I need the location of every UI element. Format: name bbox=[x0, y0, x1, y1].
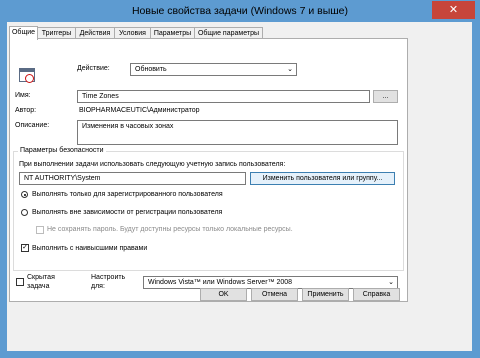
chevron-down-icon: ⌄ bbox=[388, 279, 394, 286]
dialog-client: Общие Триггеры Действия Условия Параметр… bbox=[7, 22, 472, 351]
action-label: Действие: bbox=[77, 65, 110, 72]
change-user-button[interactable]: Изменить пользователя или группу... bbox=[250, 172, 395, 185]
name-input[interactable]: Time Zones bbox=[77, 90, 370, 103]
help-button[interactable]: Справка bbox=[353, 288, 400, 301]
no-store-password-label: Не сохранять пароль. Будут доступны ресу… bbox=[47, 226, 293, 233]
highest-privileges-checkbox[interactable]: ✓ bbox=[21, 244, 29, 252]
task-clock-icon bbox=[19, 68, 35, 83]
window-title: Новые свойства задачи (Windows 7 и выше) bbox=[131, 5, 349, 17]
action-select[interactable]: Обновить ⌄ bbox=[130, 63, 297, 76]
chevron-down-icon: ⌄ bbox=[287, 66, 293, 73]
title-bar[interactable]: Новые свойства задачи (Windows 7 и выше)… bbox=[0, 0, 480, 22]
configure-label: Настроить для: bbox=[91, 273, 125, 291]
description-input[interactable]: Изменения в часовых зонах bbox=[77, 120, 398, 145]
hidden-label-line2: задача bbox=[27, 283, 50, 290]
run-as-label: При выполнении задачи использовать следу… bbox=[19, 161, 286, 168]
security-group-label: Параметры безопасности bbox=[18, 147, 106, 154]
radio-any-user-label: Выполнять вне зависимости от регистрации… bbox=[32, 209, 223, 216]
general-panel: Действие: Обновить ⌄ Имя: Time Zones ...… bbox=[9, 38, 408, 302]
author-value: BIOPHARMACEUTIC\Администратор bbox=[79, 107, 200, 114]
hidden-label-line1: Скрытая bbox=[27, 274, 55, 281]
configure-value: Windows Vista™ или Windows Server™ 2008 bbox=[148, 279, 293, 286]
dialog-window: Новые свойства задачи (Windows 7 и выше)… bbox=[0, 0, 480, 358]
name-label: Имя: bbox=[15, 92, 31, 99]
close-button[interactable]: ✕ bbox=[432, 1, 475, 19]
no-store-password-checkbox[interactable] bbox=[36, 226, 44, 234]
description-label: Описание: bbox=[15, 122, 50, 129]
radio-any-user[interactable] bbox=[21, 209, 28, 216]
configure-label-line1: Настроить bbox=[91, 274, 126, 281]
radio-logged-on-label: Выполнять только для зарегистрированного… bbox=[32, 191, 223, 198]
ok-button[interactable]: OK bbox=[200, 288, 247, 301]
author-label: Автор: bbox=[15, 107, 37, 114]
hidden-checkbox[interactable] bbox=[16, 278, 24, 286]
hidden-label: Скрытая задача bbox=[27, 273, 55, 291]
radio-logged-on[interactable] bbox=[21, 191, 28, 198]
configure-label-line2: для: bbox=[91, 283, 105, 290]
cancel-button[interactable]: Отмена bbox=[251, 288, 298, 301]
tab-general[interactable]: Общие bbox=[9, 26, 38, 40]
apply-button[interactable]: Применить bbox=[302, 288, 349, 301]
browse-button[interactable]: ... bbox=[373, 90, 398, 103]
account-input[interactable]: NT AUTHORITY\System bbox=[19, 172, 246, 185]
highest-privileges-label: Выполнить с наивысшими правами bbox=[32, 245, 148, 252]
action-value: Обновить bbox=[135, 66, 167, 73]
